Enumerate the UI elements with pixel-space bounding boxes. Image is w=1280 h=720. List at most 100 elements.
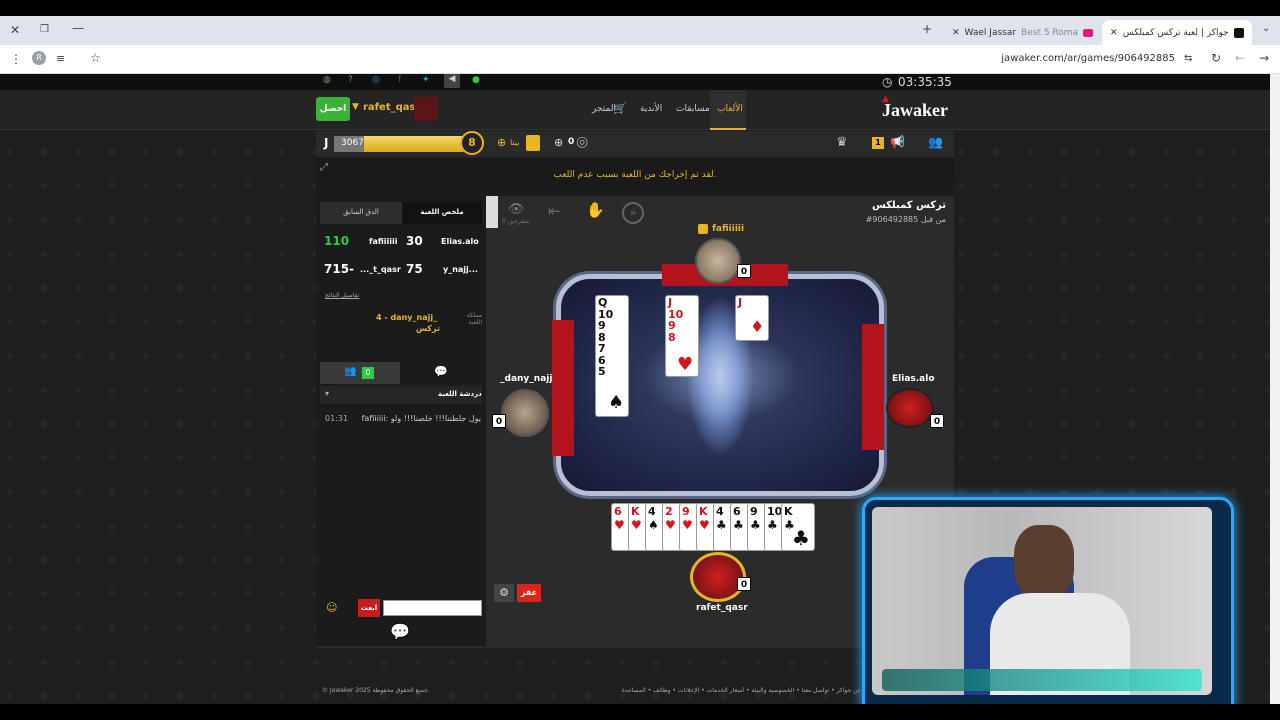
hand-icon[interactable]: ✋ <box>586 201 605 219</box>
score-value: 110 <box>324 234 350 248</box>
card-rank: J <box>738 296 743 309</box>
nav-username[interactable]: rafet_qasr <box>363 102 420 113</box>
score-value: 715- <box>324 262 355 276</box>
page-scrollbar[interactable] <box>1270 74 1280 704</box>
emoji-icon[interactable]: ☺ <box>326 601 337 614</box>
heart-icon: ♥ <box>677 354 694 375</box>
globe-icon[interactable]: ◍ <box>323 75 331 85</box>
twitter-icon[interactable]: ✦ <box>422 75 430 85</box>
caret-down-icon: ▼ <box>352 102 359 112</box>
tab-wael-jassar[interactable]: ✕ Wael Jassar Best 5 Roma <box>944 20 1104 45</box>
send-button[interactable]: ابعث <box>358 599 380 617</box>
get-button[interactable]: احصل <box>316 97 350 121</box>
card-rank: 4 <box>716 505 724 518</box>
score-details-link[interactable]: تفاصيل النتائج <box>325 292 359 299</box>
score-value: 30 <box>406 234 423 248</box>
card-rank: 2 <box>665 505 673 518</box>
user-avatar[interactable] <box>414 97 438 121</box>
tab-game-summary[interactable]: ملخص اللعبة <box>402 202 482 224</box>
nav-tab-tournaments[interactable]: مسابقات <box>676 104 710 114</box>
top-strip: ◍ ? ◎ f ✦ ◀ ● ◷ 03:35:35 <box>0 74 1270 90</box>
close-window-icon[interactable]: ✕ <box>10 23 20 37</box>
top-player-avatar[interactable] <box>695 238 741 284</box>
card-rank: K <box>631 505 640 518</box>
card-rank: 9 <box>598 319 606 332</box>
help-icon[interactable]: ? <box>348 75 353 85</box>
jawaker-logo[interactable]: Jawaker <box>882 100 948 121</box>
card-suit-icon: ♥ <box>682 518 693 532</box>
profile-avatar[interactable]: R <box>32 51 46 65</box>
tab-jawaker[interactable]: ✕ جواكر | لعبة تركس كمبلكس <box>1102 20 1252 45</box>
card-suit-icon: ♣ <box>733 518 744 532</box>
divider <box>316 646 954 648</box>
close-icon[interactable]: ✕ <box>952 28 960 38</box>
scroll-control[interactable] <box>486 196 498 228</box>
chat-bubble-icon: 💬 <box>434 365 448 378</box>
card-rank: 9 <box>682 505 690 518</box>
android-icon[interactable]: ● <box>472 75 480 85</box>
friends-count: 0 <box>362 367 374 379</box>
nav-tab-clubs[interactable]: الأندية <box>640 104 662 114</box>
reading-list-icon[interactable]: ≡ <box>56 52 65 66</box>
webcam-video <box>872 507 1212 695</box>
nav-tab-games-active[interactable]: الألعاب <box>710 90 746 130</box>
logo-hat-icon: ▲ <box>882 94 889 104</box>
side-panel: الدق السابق ملخص اللعبة 110 fafiiiiii 30… <box>316 196 486 646</box>
facebook-icon[interactable]: f <box>398 75 401 85</box>
forfeit-button[interactable]: غفر <box>517 584 541 602</box>
nav-tab-games: الألعاب <box>717 104 743 114</box>
card-rank: 9 <box>668 319 676 332</box>
left-player-avatar[interactable] <box>501 389 549 437</box>
caret-down-icon[interactable]: ▾ <box>325 389 329 398</box>
chat-input[interactable] <box>383 600 482 616</box>
sound-icon[interactable]: ◀ <box>444 74 460 88</box>
chat-tab[interactable]: 💬 <box>400 362 482 384</box>
diamond-icon: ♦ <box>750 317 765 336</box>
played-card: J ♦ <box>735 295 769 341</box>
reload-icon[interactable]: ↻ <box>1211 51 1221 65</box>
menu-icon[interactable]: ⋮ <box>10 52 22 66</box>
minimize-window-icon[interactable]: — <box>72 21 84 35</box>
restore-window-icon[interactable]: ❐ <box>40 23 49 37</box>
add-tokens-icon[interactable]: ⊕ <box>497 136 506 149</box>
jawaker-page: ◍ ? ◎ f ✦ ◀ ● ◷ 03:35:35 احصل ▼ rafet_qa… <box>0 74 1270 717</box>
card-suit-icon: ♣ <box>716 518 727 532</box>
main-nav: احصل ▼ rafet_qasr المتجر 🛒 الأندية مسابق… <box>0 90 1270 130</box>
instagram-icon[interactable]: ◎ <box>372 75 380 85</box>
back-icon[interactable]: → <box>1259 51 1269 65</box>
url-text[interactable]: jawaker.com/ar/games/906492885 <box>1000 53 1175 64</box>
person-head <box>1014 525 1074 599</box>
overlay-banner <box>882 669 1202 691</box>
megaphone-icon[interactable]: 📢 <box>890 135 905 149</box>
chat-input-area: ☺ ابعث 💬 <box>316 594 486 646</box>
new-tab-icon[interactable]: + <box>922 22 932 36</box>
friends-tab[interactable]: 👥 0 <box>320 362 400 384</box>
chevron-down-icon[interactable]: ⌄ <box>1262 22 1270 36</box>
add-coins-icon[interactable]: ⊕ <box>554 136 563 149</box>
hand-card[interactable]: K ♣ ♣ <box>781 503 815 551</box>
spectators-count: 0 متفرجين <box>502 218 530 225</box>
card-suit-large-icon: ♣ <box>792 526 810 550</box>
token-icon <box>526 135 540 151</box>
exit-icon[interactable]: ⇤ <box>548 202 561 220</box>
forward-icon[interactable]: ← <box>1235 51 1245 65</box>
crown-icon <box>698 224 708 234</box>
tab-summary-label: ملخص اللعبة <box>420 208 464 216</box>
friends-icon[interactable]: 👥 <box>928 135 943 149</box>
youtube-icon <box>1083 28 1094 37</box>
right-player-avatar[interactable] <box>886 388 934 428</box>
skip-icon[interactable]: » <box>622 202 644 224</box>
trophy-icon[interactable]: ♛ <box>836 135 848 150</box>
close-icon[interactable]: ✕ <box>1110 28 1118 38</box>
site-settings-icon[interactable]: ⇆ <box>1184 52 1192 66</box>
webcam-overlay <box>862 497 1234 717</box>
kingdom-player: 4 - dany_najj_ <box>376 313 438 322</box>
settings-gear-icon[interactable]: ⚙ <box>494 584 514 602</box>
my-name: rafet_qasr <box>696 603 748 613</box>
card-rank: J <box>668 296 673 309</box>
wechat-icon[interactable]: 💬 <box>390 622 410 641</box>
card-rank: K <box>784 505 793 518</box>
bookmark-star-icon[interactable]: ☆ <box>90 51 101 65</box>
coins-value: 0 <box>568 137 575 147</box>
tab-previous-round[interactable]: الدق السابق <box>320 202 402 224</box>
